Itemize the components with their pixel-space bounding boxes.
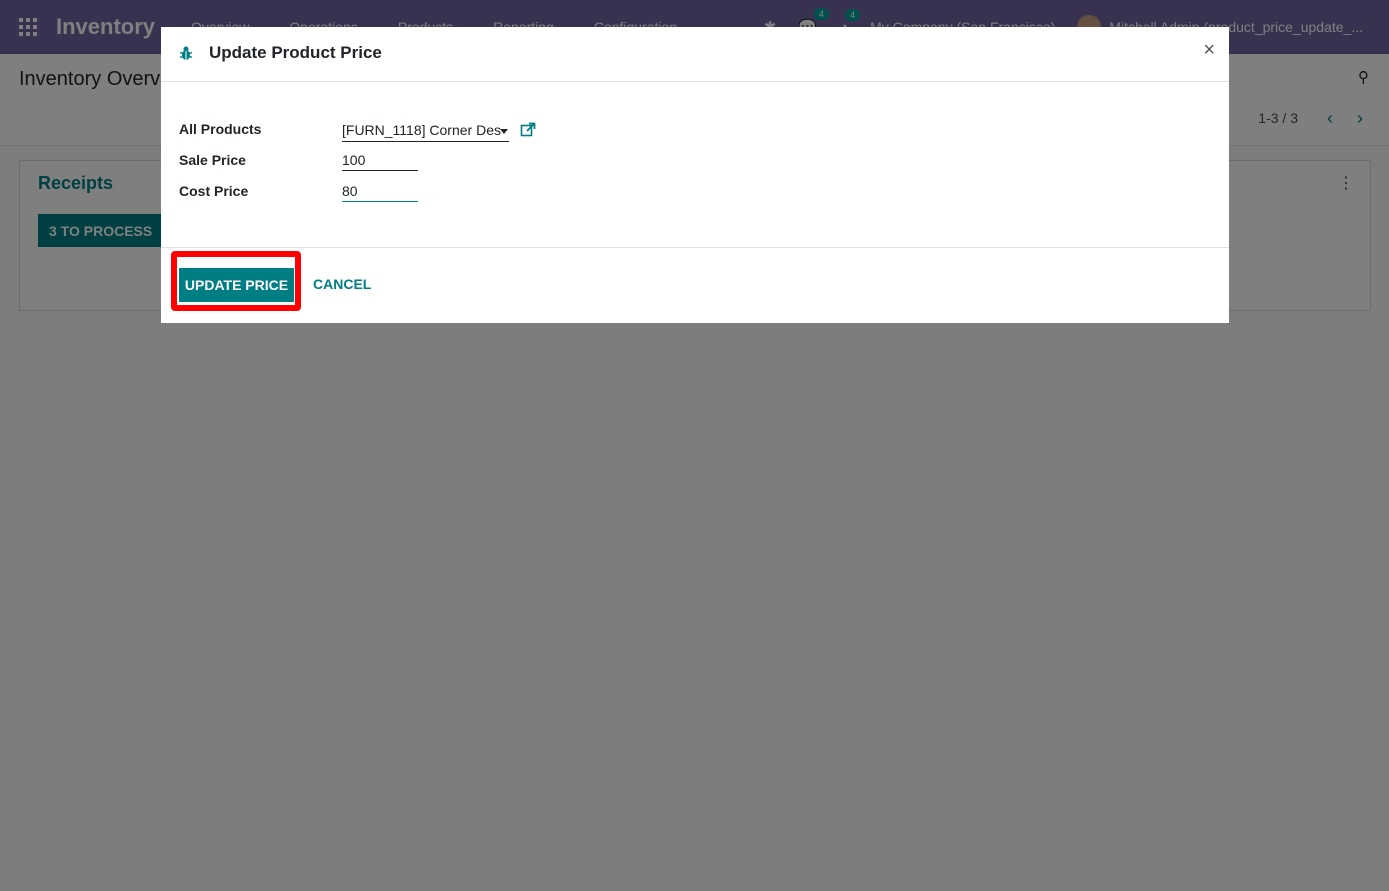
sale-price-label: Sale Price — [179, 152, 246, 168]
modal-header: Update Product Price × — [161, 27, 1229, 82]
close-icon[interactable]: × — [1203, 39, 1215, 62]
product-select-value: [FURN_1118] Corner Des — [342, 122, 501, 138]
cancel-button[interactable]: CANCEL — [313, 276, 371, 292]
product-label: All Products — [179, 121, 262, 137]
update-price-button[interactable]: UPDATE PRICE — [179, 268, 294, 302]
modal-body: All Products Sale Price Cost Price — [161, 82, 1229, 248]
cost-price-input[interactable] — [342, 181, 418, 202]
sale-price-input[interactable] — [342, 150, 418, 171]
cost-price-label: Cost Price — [179, 183, 249, 199]
caret-down-icon — [500, 129, 508, 134]
product-select[interactable]: [FURN_1118] Corner Des — [342, 121, 509, 142]
external-link-icon[interactable] — [520, 122, 536, 138]
update-price-dialog: Update Product Price × All Products Sale… — [161, 27, 1229, 323]
bug-icon — [180, 46, 192, 60]
modal-footer: UPDATE PRICE CANCEL — [161, 248, 1229, 322]
modal-title: Update Product Price — [209, 43, 382, 62]
